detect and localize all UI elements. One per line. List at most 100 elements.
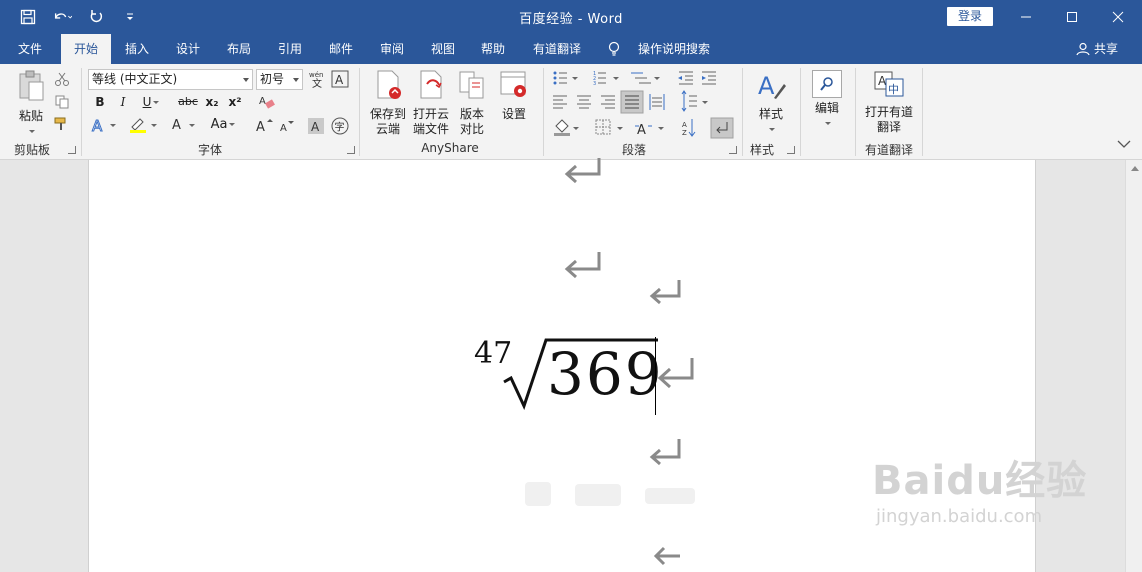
share-label: 共享 [1093, 42, 1118, 56]
svg-text:A: A [758, 72, 775, 100]
group-divider [922, 68, 923, 156]
settings-gear-icon [500, 71, 526, 97]
clipboard-launcher-icon[interactable] [68, 146, 76, 154]
shading-icon[interactable] [554, 119, 579, 136]
svg-text:A: A [256, 120, 265, 133]
editing-button[interactable]: 编辑 [808, 70, 846, 125]
decrease-indent-icon[interactable] [678, 71, 693, 85]
align-left-icon[interactable] [553, 95, 567, 109]
sort-icon[interactable]: AZ [682, 119, 696, 137]
numbering-icon[interactable]: 1 2 3 [593, 71, 619, 87]
cut-icon[interactable] [54, 72, 70, 89]
font-name-combo[interactable]: 等线 (中文正文) [88, 69, 253, 90]
multilevel-list-icon[interactable] [631, 72, 660, 84]
tab-insert[interactable]: 插入 [115, 34, 159, 64]
phonetic-guide-icon[interactable]: wén 文 [307, 69, 327, 92]
tab-file[interactable]: 文件 [6, 34, 54, 64]
tab-layout[interactable]: 布局 [217, 34, 261, 64]
editing-button-label: 编辑 [814, 101, 839, 115]
font-launcher-icon[interactable] [347, 146, 355, 154]
bullets-icon[interactable] [553, 71, 579, 85]
save-to-cloud-button[interactable]: 保存到云端 [366, 70, 410, 137]
tab-view[interactable]: 视图 [421, 34, 465, 64]
paragraph-mark-icon [649, 439, 681, 466]
tab-design[interactable]: 设计 [166, 34, 210, 64]
justify-icon[interactable] [620, 90, 644, 114]
italic-button[interactable]: I [115, 92, 131, 112]
group-divider [800, 68, 801, 156]
increase-indent-icon[interactable] [702, 71, 716, 85]
borders-icon[interactable] [595, 119, 623, 135]
watermark-sub: jingyan.baidu.com [876, 506, 1043, 527]
tab-review[interactable]: 审阅 [370, 34, 414, 64]
group-divider [855, 68, 856, 156]
youdao-group-label: 有道翻译 [864, 143, 913, 157]
tell-me-search[interactable]: 操作说明搜索 [632, 34, 716, 64]
bold-button[interactable]: B [92, 92, 108, 112]
baidu-watermark: Baidu经验 jingyan.baidu.com [872, 448, 1087, 527]
save-to-cloud-label: 保存到云端 [369, 107, 406, 136]
format-painter-icon[interactable] [54, 117, 70, 134]
paragraph-launcher-icon[interactable] [729, 146, 737, 154]
highlight-color-icon[interactable] [128, 116, 158, 137]
styles-button[interactable]: A 样式 [750, 70, 792, 131]
tab-youdao[interactable]: 有道翻译 [527, 34, 587, 64]
show-marks-icon[interactable] [710, 117, 734, 139]
paragraph-mark-icon [649, 280, 681, 305]
maximize-button[interactable] [1049, 0, 1095, 34]
open-cloud-file-icon [420, 70, 442, 99]
chinese-layout-icon[interactable]: A [635, 123, 664, 138]
find-box [812, 70, 842, 98]
tab-references[interactable]: 引用 [268, 34, 312, 64]
paste-button[interactable]: 粘贴 [12, 70, 50, 133]
word-window: 百度经验 - Word 登录 文件 开始 插入 设计 布局 引用 邮件 审阅 视… [0, 0, 1142, 572]
line-spacing-icon[interactable] [681, 90, 708, 112]
distributed-icon[interactable] [649, 94, 665, 110]
strikethrough-button[interactable]: abc [176, 92, 200, 112]
scroll-up-icon[interactable] [1131, 166, 1139, 171]
collapse-ribbon-icon[interactable] [1117, 138, 1131, 152]
minimize-button[interactable] [1003, 0, 1049, 34]
font-size-combo[interactable]: 初号 [256, 69, 303, 90]
anyshare-settings-button[interactable]: 设置 [496, 70, 532, 122]
copy-icon[interactable] [54, 95, 70, 112]
open-youdao-button[interactable]: A中 打开有道翻译 [862, 70, 916, 135]
align-center-icon[interactable] [577, 95, 591, 109]
open-cloud-file-button[interactable]: 打开云端文件 [409, 70, 453, 137]
underline-button[interactable]: U [138, 92, 164, 112]
anyshare-settings-label: 设置 [501, 107, 526, 121]
svg-text:A: A [280, 123, 287, 133]
font-color-icon[interactable]: A [170, 116, 196, 137]
character-shading-icon[interactable]: A [307, 117, 325, 138]
group-divider [359, 68, 360, 156]
version-compare-button[interactable]: 版本对比 [452, 70, 492, 137]
version-compare-icon [459, 71, 484, 99]
superscript-button[interactable]: x² [226, 92, 244, 112]
vertical-scrollbar[interactable] [1125, 160, 1142, 572]
watermark-main: Baidu经验 [872, 458, 1088, 504]
paste-icon [19, 70, 44, 101]
styles-launcher-icon[interactable] [787, 146, 795, 154]
svg-text:3: 3 [593, 81, 596, 87]
paragraph-mark-icon [564, 158, 601, 184]
clear-formatting-icon[interactable]: A [258, 94, 276, 113]
share-button[interactable]: 共享 [1076, 34, 1118, 64]
tab-mailings[interactable]: 邮件 [319, 34, 363, 64]
close-button[interactable] [1095, 0, 1141, 34]
svg-text:文: 文 [312, 77, 322, 89]
paragraph-mark-icon [564, 252, 601, 279]
svg-text:A: A [311, 120, 320, 134]
subscript-button[interactable]: x₂ [203, 92, 221, 112]
group-divider [742, 68, 743, 156]
change-case-button[interactable]: Aa [205, 115, 241, 135]
grow-font-icon[interactable]: A [255, 117, 273, 136]
character-border-icon[interactable]: A [331, 70, 349, 91]
login-button[interactable]: 登录 [947, 7, 993, 26]
shrink-font-icon[interactable]: A [279, 119, 295, 136]
tab-help[interactable]: 帮助 [471, 34, 515, 64]
enclose-characters-icon[interactable]: 字 [331, 117, 349, 138]
title-bar: 百度经验 - Word 登录 [0, 0, 1142, 34]
align-right-icon[interactable] [601, 95, 615, 109]
tab-home[interactable]: 开始 [61, 34, 111, 64]
text-effects-icon[interactable]: A [91, 116, 117, 137]
